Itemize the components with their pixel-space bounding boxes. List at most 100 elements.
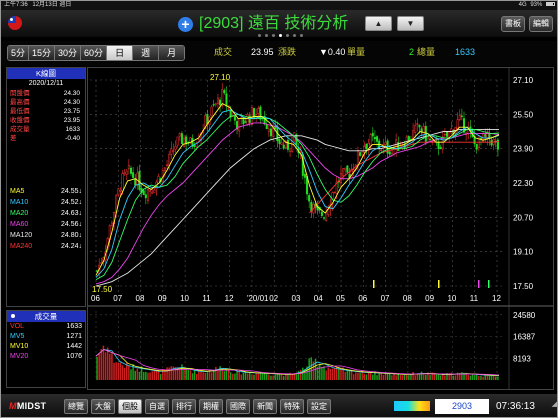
previous-stock-button[interactable]: ▲ [365,16,392,31]
period-button[interactable]: 60分 [81,46,108,60]
volume-bar [278,374,281,380]
volume-bar [151,371,153,380]
volume-bar [215,367,217,380]
period-button[interactable]: 月 [159,46,185,60]
volume-bar [159,374,162,380]
time-tick-label: 10 [447,294,456,303]
volume-bar [206,372,209,380]
candle-body [289,148,292,152]
volume-bar [104,352,107,380]
candle-body [246,114,249,126]
candle-body [265,124,268,129]
volume-label: VOL [10,323,25,330]
candle-body [363,146,366,153]
price-tick-label: 19.10 [513,248,534,257]
ma-label: MA5 [10,188,25,195]
volume-bar [299,369,302,380]
volume-bar [391,375,393,380]
volume-bar [212,370,215,380]
volume-value: 1633 [66,323,82,330]
market-heat-bar [394,401,430,411]
period-button[interactable]: 30分 [55,46,82,60]
volume-label: MV5 [10,333,25,340]
deal-value: 23.95 [251,47,274,57]
volume-bar [297,370,300,380]
nav-button[interactable]: 新聞 [253,399,277,414]
event-marker [373,280,375,288]
candle-body [323,217,326,219]
nav-button[interactable]: 特殊 [280,399,304,414]
candle-body [144,194,147,199]
taiwan-flag-icon [8,16,22,30]
add-watchlist-button[interactable]: + [178,17,193,32]
page-dot [257,34,261,37]
nav-button[interactable]: 大盤 [91,399,115,414]
nav-button[interactable]: 總覽 [64,399,88,414]
volume-bar [403,374,406,380]
candle-body [450,128,453,134]
candle-body [426,136,429,140]
low-annotation: 17.50 [92,285,113,294]
period-button[interactable]: 日 [107,46,134,60]
candle-body [183,137,186,147]
price-chart[interactable]: 27.10 25.50 23.90 22.30 20.70 19.10 17.50 06 07 0… [87,67,554,390]
resize-handle-icon[interactable]: ◢ [552,400,557,408]
volume-bar [378,373,380,380]
battery-percent: 93% [530,2,543,8]
volume-bar [467,374,470,380]
ma-row: MA120 24.80↓ [7,230,85,241]
nav-button[interactable]: 自選 [145,399,169,414]
candle-body [484,134,487,137]
period-button[interactable]: 週 [133,46,160,60]
volume-bar [181,364,183,380]
ma-label: MA120 [10,232,33,239]
edit-button[interactable]: 編輯 [529,16,553,32]
candle-body [365,143,368,149]
volume-panel-title: 成交量 [34,312,58,321]
k-field-label: 成交量 [10,126,30,133]
candle-body [210,106,213,117]
candle-body [151,191,154,194]
price-tick-label: 22.30 [513,179,534,188]
ma-value: 24.52↓ [60,199,82,206]
time-tick-label: 09 [425,294,434,303]
page-dot [264,34,268,37]
title-bar: + [2903] 遠百 技術分析 ▲ ▼ 書板 編輯 [1,10,557,37]
nav-button[interactable]: 期權 [199,399,223,414]
volume-bar [329,368,332,380]
candle-body [446,131,449,137]
volume-bar [261,373,264,380]
volume-bar [340,368,342,380]
next-stock-button[interactable]: ▼ [397,16,424,31]
nav-button[interactable]: 個股 [118,399,142,414]
app-window: 上午7:36 12月13日 週日 4G 93% + [2903] 遠百 技術分析… [0,0,558,418]
volume-bar [380,372,383,380]
ma-label: MA240 [10,243,33,250]
ma-label: MA10 [10,199,29,206]
volume-bar [469,375,472,380]
volume-bar [395,375,397,380]
candle-body [458,115,461,120]
volume-bar [321,366,323,380]
candle-body [344,167,347,171]
ma-row: MA5 24.55↓ [7,186,85,197]
nav-button[interactable]: 國際 [226,399,250,414]
nav-button[interactable]: 設定 [307,399,331,414]
bottom-nav: MMIDST 總覽 大盤 個股 自選 排行 期權 國際 新聞 特殊 設定 2903 07:36:1… [1,394,557,417]
ma-value: 24.63↓ [60,210,82,217]
candle-body [212,104,215,106]
k-field-value: -0.40 [65,135,80,142]
period-button[interactable]: 5分 [8,46,30,60]
nav-button[interactable]: 排行 [172,399,196,414]
stock-code-input[interactable]: 2903 [435,399,489,414]
book-button[interactable]: 書板 [501,16,525,32]
candle-body [219,99,222,106]
candle-body [380,149,383,152]
volume-bar [355,372,357,380]
volume-bar [422,374,425,380]
volume-bar [397,374,400,380]
candle-body [149,190,152,192]
period-button[interactable]: 15分 [29,46,56,60]
candle-body [125,170,128,175]
candle-body [142,190,145,196]
